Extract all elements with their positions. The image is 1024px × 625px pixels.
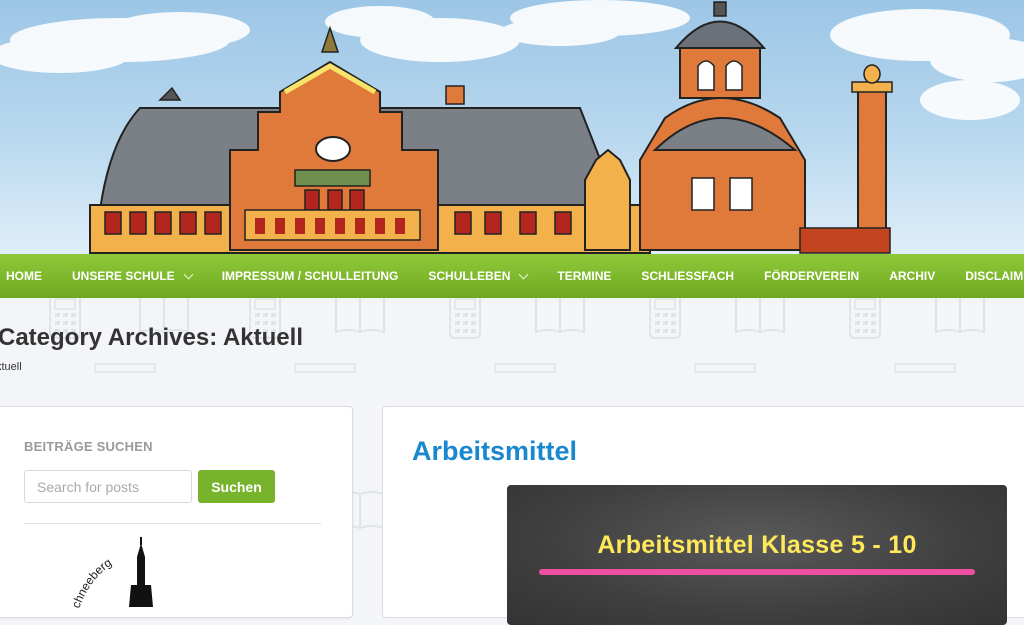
chalk-underline (539, 569, 975, 575)
search-button[interactable]: Suchen (198, 470, 275, 503)
logo-text: chneeberg (69, 555, 114, 610)
widget-divider (24, 523, 321, 524)
search-widget-title: BEITRÄGE SUCHEN (24, 439, 153, 454)
svg-text:chneeberg: chneeberg (69, 555, 114, 610)
nav-label: Termine (557, 269, 612, 283)
chalkboard-text: Arbeitsmittel Klasse 5 - 10 (597, 531, 917, 559)
nav-item-termine[interactable]: Termine (542, 254, 626, 298)
header-banner (0, 0, 1024, 254)
search-input[interactable] (24, 470, 192, 503)
nav-item-schliessfach[interactable]: Schliessfach (626, 254, 749, 298)
post-title[interactable]: Arbeitsmittel (412, 436, 577, 467)
nav-label: Förderverein (764, 269, 860, 283)
page-title: Category Archives: Aktuell (0, 324, 303, 351)
chevron-down-icon (518, 269, 529, 279)
sidebar: BEITRÄGE SUCHEN Suchen chneeberg (0, 406, 353, 618)
nav-item-impressum[interactable]: Impressum / Schulleitung (207, 254, 414, 298)
nav-item-archiv[interactable]: Archiv (874, 254, 950, 298)
nav-item-foerderverein[interactable]: Förderverein (749, 254, 874, 298)
nav-label: Home (6, 269, 42, 283)
school-logo[interactable]: chneeberg (61, 537, 221, 617)
post-card: Arbeitsmittel Arbeitsmittel Klasse 5 - 1… (382, 406, 1024, 625)
main-navigation: Home Unsere Schule Impressum / Schulleit… (0, 254, 1024, 298)
nav-item-disclaimer[interactable]: Disclaimer (950, 254, 1024, 298)
nav-label: Disclaimer (965, 269, 1024, 283)
nav-label: Schliessfach (641, 269, 735, 283)
nav-label: Schulleben (428, 269, 511, 283)
nav-label: Impressum / Schulleitung (221, 269, 399, 283)
school-building-illustration (0, 0, 1024, 254)
post-featured-image[interactable]: Arbeitsmittel Klasse 5 - 10 (507, 485, 1007, 625)
nav-item-unsere-schule[interactable]: Unsere Schule (57, 254, 207, 298)
nav-item-home[interactable]: Home (0, 254, 57, 298)
breadcrumb[interactable]: ktuell (0, 361, 22, 373)
nav-label: Archiv (889, 269, 936, 283)
chevron-down-icon (183, 269, 194, 279)
nav-item-schulleben[interactable]: Schulleben (413, 254, 542, 298)
nav-label: Unsere Schule (72, 269, 175, 283)
